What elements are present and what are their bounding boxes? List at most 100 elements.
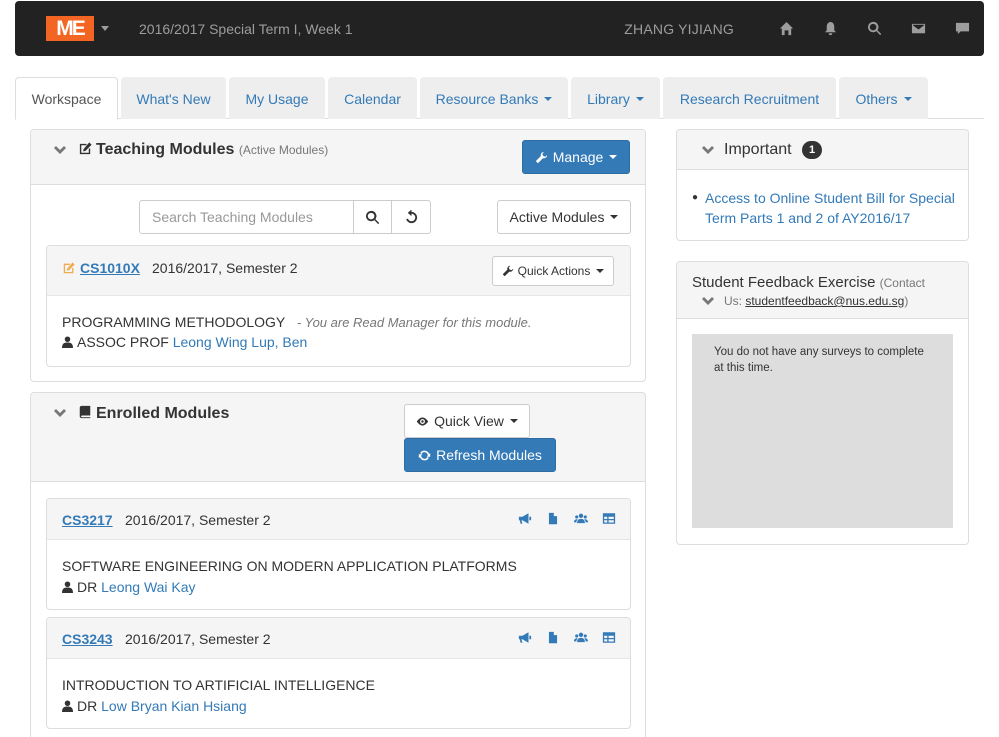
quick-view-label: Quick View <box>434 413 504 429</box>
file-icon[interactable] <box>546 512 560 525</box>
users-icon[interactable] <box>574 631 588 644</box>
tab-label: Research Recruitment <box>679 90 820 107</box>
teaching-modules-title: Teaching Modules (Active Modules) <box>78 141 328 159</box>
tab-resource-banks[interactable]: Resource Banks <box>420 77 568 119</box>
important-link[interactable]: Access to Online Student Bill for Specia… <box>705 188 962 228</box>
envelope-icon[interactable] <box>896 1 940 56</box>
home-icon[interactable] <box>764 1 808 56</box>
module-card-header: CS3243 2016/2017, Semester 2 <box>47 618 630 659</box>
feedback-contact-suffix: ) <box>904 294 909 308</box>
quick-actions-button[interactable]: Quick Actions <box>492 256 614 286</box>
tab-whats-new[interactable]: What's New <box>121 77 226 119</box>
user-icon <box>62 700 73 712</box>
enrolled-module-card: CS3243 2016/2017, Semester 2 INTRODUCTIO… <box>46 617 631 729</box>
staff-name-link[interactable]: Leong Wai Kay <box>101 579 195 595</box>
collapse-chevron-icon[interactable] <box>701 143 715 154</box>
staff-name-link[interactable]: Leong Wing Lup, Ben <box>173 334 308 350</box>
module-role-note: - You are Read Manager for this module. <box>296 315 532 330</box>
important-count-badge: 1 <box>802 141 823 159</box>
enrolled-module-card: CS3217 2016/2017, Semester 2 SOFTWARE EN… <box>46 498 631 610</box>
reset-search-button[interactable] <box>392 201 430 233</box>
users-icon[interactable] <box>574 512 588 525</box>
file-icon[interactable] <box>546 631 560 644</box>
chevron-down-icon <box>544 96 553 101</box>
module-title: INTRODUCTION TO ARTIFICIAL INTELLIGENCE <box>62 677 375 693</box>
module-semester: 2016/2017, Semester 2 <box>152 260 298 276</box>
tab-others[interactable]: Others <box>839 77 928 119</box>
staff-name-link[interactable]: Low Bryan Kian Hsiang <box>101 698 247 714</box>
search-button[interactable] <box>354 201 392 233</box>
module-code-link[interactable]: CS3217 <box>62 512 113 528</box>
staff-title: DR <box>77 698 98 714</box>
module-title: SOFTWARE ENGINEERING ON MODERN APPLICATI… <box>62 558 517 574</box>
panel-subtitle: (Active Modules) <box>238 143 329 157</box>
module-card-header: CS1010X 2016/2017, Semester 2 Quick Acti… <box>47 246 630 296</box>
search-teaching-modules-input[interactable] <box>140 201 354 233</box>
tab-label: Others <box>855 90 898 107</box>
module-title: PROGRAMMING METHODOLOGY - You are Read M… <box>62 314 532 330</box>
wrench-icon <box>535 151 547 163</box>
module-code-link[interactable]: CS3243 <box>62 631 113 647</box>
staff-title: ASSOC PROF <box>77 334 169 350</box>
feedback-email-link[interactable]: studentfeedback@nus.edu.sg <box>745 294 904 308</box>
main-tabs: Workspace What's New My Usage Calendar R… <box>15 77 984 120</box>
search-icon[interactable] <box>852 1 896 56</box>
filter-label: Active Modules <box>509 209 605 225</box>
username-menu[interactable]: ZHANG YIJIANG <box>624 21 734 37</box>
book-icon <box>79 405 91 419</box>
module-staff: DR Low Bryan Kian Hsiang <box>62 698 247 714</box>
panel-title-text: Teaching Modules <box>96 141 235 158</box>
module-card-header: CS3217 2016/2017, Semester 2 <box>47 499 630 540</box>
bell-icon[interactable] <box>808 1 852 56</box>
table-icon[interactable] <box>602 512 616 525</box>
collapse-chevron-icon[interactable] <box>53 406 67 417</box>
module-shortcut-icons <box>518 631 616 644</box>
collapse-chevron-icon[interactable] <box>701 294 715 305</box>
tab-my-usage[interactable]: My Usage <box>229 77 325 119</box>
panel-title-text: Enrolled Modules <box>96 405 230 422</box>
undo-icon <box>405 209 417 223</box>
tab-label: What's New <box>136 90 211 107</box>
announcement-icon[interactable] <box>518 631 532 644</box>
table-icon[interactable] <box>602 631 616 644</box>
student-feedback-panel: Student Feedback Exercise (Contact Us: s… <box>676 261 969 545</box>
manage-button[interactable]: Manage <box>522 140 630 174</box>
important-panel: Important 1 ● Access to Online Student B… <box>676 129 969 241</box>
tab-label: Workspace <box>31 90 102 107</box>
module-title-text: PROGRAMMING METHODOLOGY <box>62 314 286 330</box>
tab-calendar[interactable]: Calendar <box>328 77 417 119</box>
feedback-title: Student Feedback Exercise (Contact <box>692 274 925 291</box>
feedback-contact: Us: studentfeedback@nus.edu.sg) <box>724 294 908 308</box>
brand-dropdown-caret[interactable] <box>101 26 109 31</box>
announcement-icon[interactable] <box>518 512 532 525</box>
tab-label: Resource Banks <box>435 90 539 107</box>
tab-workspace[interactable]: Workspace <box>15 77 118 120</box>
edit-icon <box>63 262 75 274</box>
refresh-modules-button[interactable]: Refresh Modules <box>404 438 556 472</box>
collapse-chevron-icon[interactable] <box>53 143 67 154</box>
comment-icon[interactable] <box>940 1 984 56</box>
bullet-icon: ● <box>692 192 699 203</box>
brand-logo[interactable]: ME <box>46 16 94 41</box>
edit-icon <box>79 142 92 155</box>
important-list-item: ● Access to Online Student Bill for Spec… <box>692 188 962 228</box>
chevron-down-icon <box>609 155 618 159</box>
teaching-module-card: CS1010X 2016/2017, Semester 2 Quick Acti… <box>46 245 631 367</box>
module-shortcut-icons <box>518 512 616 525</box>
quick-view-button[interactable]: Quick View <box>404 404 530 438</box>
quick-actions-label: Quick Actions <box>517 264 591 278</box>
module-staff: DR Leong Wai Kay <box>62 579 196 595</box>
staff-title: DR <box>77 579 98 595</box>
teaching-modules-header: Teaching Modules (Active Modules) Manage <box>31 130 645 185</box>
manage-label: Manage <box>552 149 604 165</box>
feedback-contact-prefix: (Contact <box>879 276 925 290</box>
chevron-down-icon <box>596 269 605 273</box>
tab-research-recruitment[interactable]: Research Recruitment <box>663 77 836 119</box>
active-modules-dropdown[interactable]: Active Modules <box>497 200 631 234</box>
search-icon <box>366 210 380 224</box>
survey-message: You do not have any surveys to complete … <box>714 346 924 374</box>
module-code-link[interactable]: CS1010X <box>80 260 140 276</box>
important-title-text: Important <box>724 141 792 159</box>
tab-library[interactable]: Library <box>571 77 660 119</box>
chevron-down-icon <box>635 96 644 101</box>
